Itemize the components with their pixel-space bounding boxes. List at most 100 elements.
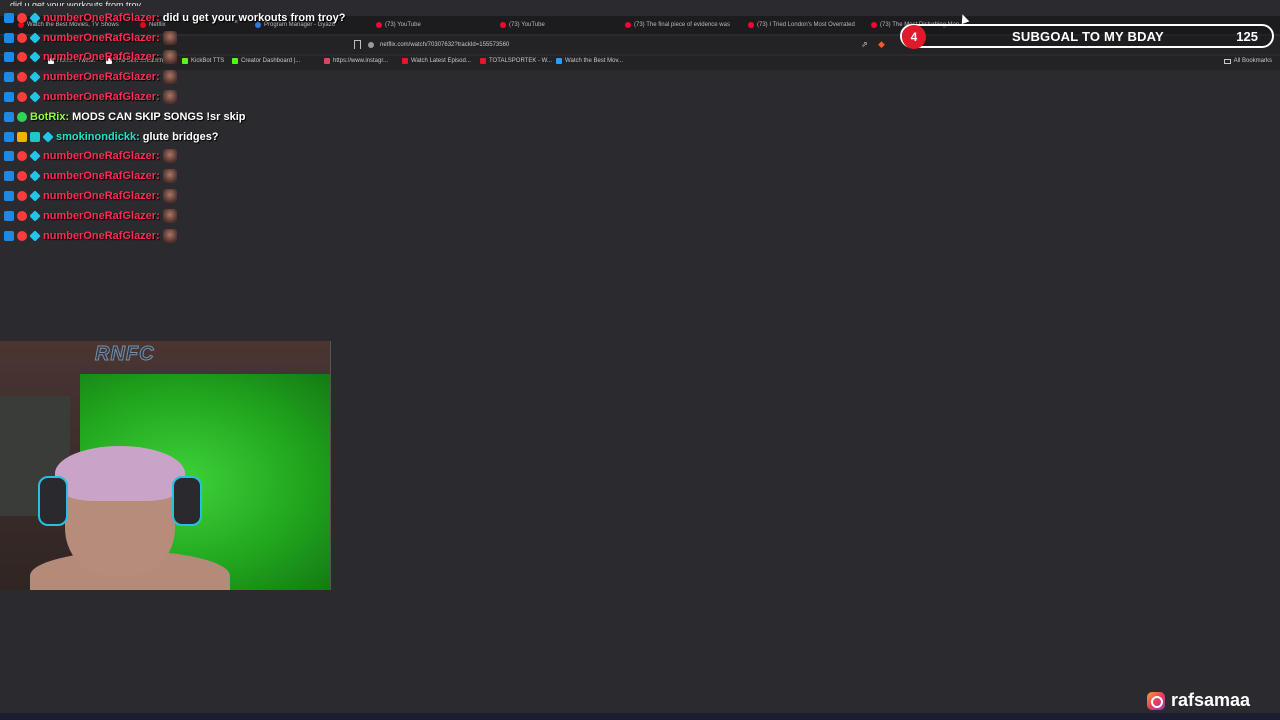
chat-username[interactable]: numberOneRafGlazer: bbox=[43, 51, 160, 63]
folder-icon bbox=[1223, 58, 1231, 64]
streamer bbox=[30, 436, 230, 590]
chat-badge-icon bbox=[17, 151, 27, 162]
chat-emote-icon bbox=[162, 70, 177, 85]
instagram-icon bbox=[1146, 691, 1165, 710]
wall-sign: RNFC bbox=[95, 343, 155, 366]
chat-badge-icon bbox=[17, 210, 27, 221]
chat-badge-icon bbox=[17, 111, 27, 122]
chat-message: numberOneRafGlazer: bbox=[4, 67, 424, 87]
chat-message: numberOneRafGlazer: bbox=[4, 48, 424, 68]
chat-text: did u get your workouts from troy? bbox=[162, 11, 346, 24]
bookmark-favicon-icon bbox=[480, 58, 486, 64]
tab-favicon-icon bbox=[748, 22, 754, 28]
chat-message: smokinondickk: glute bridges? bbox=[4, 127, 424, 147]
all-bookmarks-button[interactable]: All Bookmarks bbox=[1223, 58, 1272, 64]
chat-emote-icon bbox=[162, 30, 177, 45]
chat-badge-icon bbox=[4, 32, 14, 43]
chat-badge-icon bbox=[42, 131, 54, 143]
browser-tab[interactable]: (73) YouTube bbox=[500, 19, 545, 31]
tab-favicon-icon bbox=[625, 22, 631, 28]
chat-partial-message: ... did u get your workouts from troy ..… bbox=[0, 0, 152, 6]
address-bar[interactable]: netflix.com/watch/70307632?trackId=15557… bbox=[368, 39, 888, 51]
chat-badge-icon bbox=[17, 131, 27, 142]
chat-badge-icon bbox=[17, 72, 27, 83]
chat-username[interactable]: smokinondickk: bbox=[56, 131, 140, 143]
chat-badge-icon bbox=[4, 92, 14, 103]
chat-username[interactable]: numberOneRafGlazer: bbox=[43, 230, 160, 242]
chat-username[interactable]: numberOneRafGlazer: bbox=[43, 91, 160, 103]
chat-message: numberOneRafGlazer: did u get your workou… bbox=[4, 8, 424, 28]
bookmark-favicon-icon bbox=[556, 58, 562, 64]
tab-label: (73) The final piece of evidence was bbox=[634, 22, 730, 28]
chat-username[interactable]: numberOneRafGlazer: bbox=[43, 170, 160, 182]
chat-badge-icon bbox=[4, 151, 14, 162]
tab-favicon-icon bbox=[500, 22, 506, 28]
chat-badge-icon bbox=[30, 131, 40, 142]
chat-badge-icon bbox=[4, 72, 14, 83]
headset-left-icon bbox=[38, 476, 68, 526]
tab-label: (73) YouTube bbox=[509, 22, 545, 28]
tab-favicon-icon bbox=[871, 22, 877, 28]
chat-username[interactable]: numberOneRafGlazer: bbox=[43, 12, 160, 24]
chat-username[interactable]: numberOneRafGlazer: bbox=[43, 71, 160, 83]
browser-tab[interactable]: (73) I Tried London's Most Overrated bbox=[748, 19, 855, 31]
chat-badge-icon bbox=[29, 190, 41, 202]
chat-username[interactable]: BotRix: bbox=[30, 111, 69, 123]
chat-badge-icon bbox=[29, 170, 41, 182]
chat-emote-icon bbox=[162, 149, 177, 164]
chat-badge-icon bbox=[29, 51, 41, 64]
chat-badge-icon bbox=[29, 12, 41, 24]
tab-label: (73) I Tried London's Most Overrated bbox=[757, 22, 855, 28]
chat-username[interactable]: numberOneRafGlazer: bbox=[43, 190, 160, 202]
chat-badge-icon bbox=[4, 131, 14, 142]
instagram-watermark: rafsamaa bbox=[1146, 690, 1250, 711]
satin-bonnet bbox=[55, 446, 185, 501]
chat-message: numberOneRafGlazer: bbox=[4, 147, 424, 167]
chat-badge-icon bbox=[29, 91, 41, 103]
chat-message: numberOneRafGlazer: bbox=[4, 87, 424, 107]
chat-message: numberOneRafGlazer: bbox=[4, 28, 424, 48]
chat-emote-icon bbox=[162, 90, 177, 105]
chat-emote-icon bbox=[162, 228, 177, 243]
chat-badge-icon bbox=[17, 230, 27, 241]
chat-emote-icon bbox=[162, 50, 177, 65]
chat-username[interactable]: numberOneRafGlazer: bbox=[43, 32, 160, 44]
instagram-handle: rafsamaa bbox=[1170, 690, 1250, 710]
subgoal-target: 125 bbox=[1236, 29, 1258, 44]
chat-badge-icon bbox=[17, 92, 27, 103]
bookmark-label: Watch the Best Mov... bbox=[565, 58, 624, 64]
chat-badge-icon bbox=[4, 111, 14, 122]
bookmark-item[interactable]: Watch the Best Mov... bbox=[556, 58, 623, 64]
chat-badge-icon bbox=[4, 52, 14, 63]
subgoal-label: SUBGOAL TO MY BDAY bbox=[1012, 29, 1164, 44]
chat-badge-icon bbox=[29, 210, 41, 222]
webcam-feed: RNFC bbox=[0, 341, 331, 590]
chat-badge-icon bbox=[4, 191, 14, 202]
chat-username[interactable]: numberOneRafGlazer: bbox=[43, 150, 160, 162]
chat-message: BotRix: MODS CAN SKIP SONGS !sr skip bbox=[4, 107, 424, 127]
chat-badge-icon bbox=[17, 171, 27, 182]
chat-badge-icon bbox=[29, 71, 41, 83]
chat-badge-icon bbox=[29, 32, 41, 44]
chat-message: numberOneRafGlazer: bbox=[4, 206, 424, 226]
chat-badge-icon bbox=[4, 171, 14, 182]
brave-shields-icon[interactable]: ◆ bbox=[878, 39, 885, 50]
chat-badge-icon bbox=[4, 12, 14, 23]
chat-username[interactable]: numberOneRafGlazer: bbox=[43, 210, 160, 222]
chat-message: numberOneRafGlazer: bbox=[4, 166, 424, 186]
browser-tab[interactable]: (73) The final piece of evidence was bbox=[625, 19, 730, 31]
chat-emote-icon bbox=[162, 169, 177, 184]
subgoal-bar: 4 SUBGOAL TO MY BDAY 125 bbox=[900, 24, 1274, 49]
headset-right-icon bbox=[172, 476, 202, 526]
chat-badge-icon bbox=[17, 12, 27, 23]
chat-badge-icon bbox=[29, 229, 41, 242]
chat-badge-icon bbox=[4, 230, 14, 241]
chat-overlay: numberOneRafGlazer: did u get your workou… bbox=[4, 8, 424, 246]
chat-badge-icon bbox=[17, 32, 27, 43]
all-bookmarks-label: All Bookmarks bbox=[1233, 58, 1272, 64]
chat-badge-icon bbox=[17, 191, 27, 202]
bookmark-item[interactable]: TOTALSPORTEK - W... bbox=[480, 58, 552, 64]
share-icon[interactable]: ⇗ bbox=[861, 40, 868, 49]
chat-message: numberOneRafGlazer: bbox=[4, 226, 424, 246]
chat-message: numberOneRafGlazer: bbox=[4, 186, 424, 206]
